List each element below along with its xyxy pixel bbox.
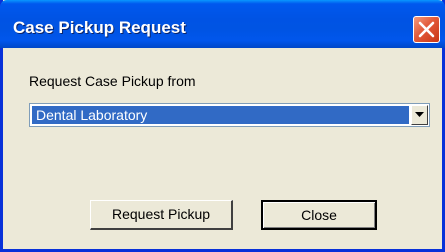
case-pickup-dialog: Case Pickup Request Request Case Pickup … [0,0,445,252]
title-bar[interactable]: Case Pickup Request [0,0,445,48]
window-title: Case Pickup Request [13,18,186,37]
close-button[interactable]: Close [261,200,377,230]
pickup-source-selected-value: Dental Laboratory [32,106,409,124]
close-icon [418,21,435,38]
dropdown-button[interactable] [411,105,428,125]
title-close-button[interactable] [413,16,440,43]
request-pickup-button[interactable]: Request Pickup [90,200,233,230]
pickup-source-select[interactable]: Dental Laboratory [29,103,430,127]
chevron-down-icon [415,112,424,117]
pickup-source-label: Request Case Pickup from [29,73,196,89]
